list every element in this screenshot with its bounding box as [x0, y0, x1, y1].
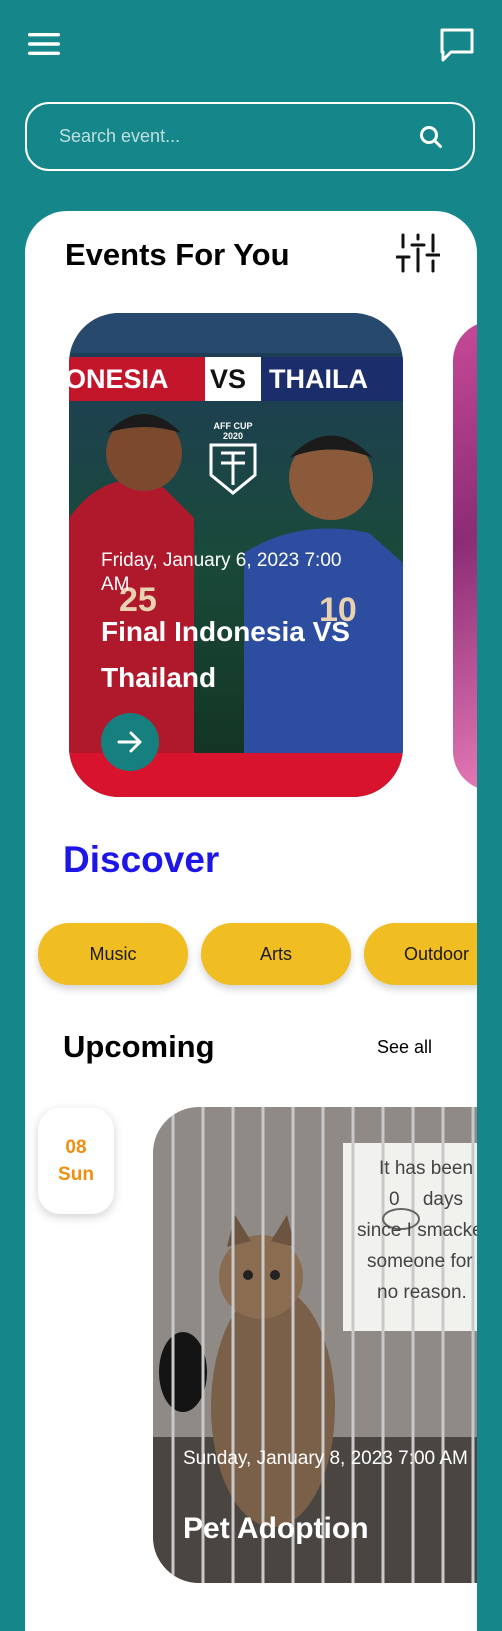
- next-event-card-peek[interactable]: [453, 321, 477, 791]
- badge-line1: AFF CUP: [213, 421, 253, 431]
- filter-button[interactable]: [395, 231, 441, 275]
- match-banner: ONESIA VS THAILA: [69, 357, 403, 401]
- search-icon[interactable]: [417, 123, 445, 151]
- sign-line-2: 0 days: [349, 1184, 477, 1215]
- search-input[interactable]: [57, 125, 417, 148]
- category-chips: Music Arts Outdoor: [38, 923, 477, 993]
- upcoming-event-title: Pet Adoption: [183, 1512, 369, 1545]
- hamburger-menu-icon: [28, 33, 60, 55]
- chat-button[interactable]: [436, 24, 478, 66]
- menu-button[interactable]: [24, 26, 64, 62]
- sign-days: days: [422, 1189, 463, 1210]
- content-panel: Events For You ONESIA VS THAILA AFF CUP …: [25, 211, 477, 1631]
- featured-event-open-button[interactable]: [101, 713, 159, 771]
- upcoming-title: Upcoming: [63, 1029, 215, 1064]
- banner-right-text: THAILA: [269, 364, 368, 394]
- banner-left-text: ONESIA: [69, 364, 169, 394]
- events-for-you-title: Events For You: [65, 237, 290, 272]
- upcoming-event-card[interactable]: It has been 0 days since I smacked someo…: [153, 1107, 477, 1583]
- sign-line-4: someone for: [367, 1251, 473, 1272]
- featured-event-card[interactable]: ONESIA VS THAILA AFF CUP 2020 25 10 Frid…: [69, 313, 403, 797]
- sign-line-1: It has been: [379, 1158, 474, 1179]
- banner-vs-text: VS: [210, 364, 247, 394]
- chat-icon: [440, 28, 474, 62]
- date-badge-weekday: Sun: [58, 1164, 94, 1185]
- category-chip-outdoor[interactable]: Outdoor: [364, 923, 477, 985]
- featured-event-date: Friday, January 6, 2023 7:00 AM: [101, 550, 342, 595]
- trophy-emblem-icon: [209, 443, 257, 495]
- category-chip-arts[interactable]: Arts: [201, 923, 351, 985]
- arrow-right-icon: [117, 731, 142, 753]
- featured-event-title: Final Indonesia VS Thailand: [101, 616, 350, 693]
- date-badge-day: 08: [65, 1137, 87, 1158]
- sign-count: 0: [389, 1189, 400, 1210]
- aff-cup-badge: AFF CUP 2020: [205, 421, 261, 497]
- filter-sliders-icon: [395, 233, 441, 273]
- badge-line2: 2020: [222, 431, 244, 441]
- search-bar: [25, 102, 475, 171]
- discover-title: Discover: [63, 839, 220, 880]
- sign-line-5: no reason.: [377, 1282, 467, 1303]
- see-all-link[interactable]: See all: [377, 1037, 432, 1058]
- top-bar: [0, 0, 502, 95]
- category-chip-music[interactable]: Music: [38, 923, 188, 985]
- sign-line-3: since I smacked: [357, 1220, 477, 1241]
- upcoming-event-date: Sunday, January 8, 2023 7:00 AM: [183, 1448, 468, 1469]
- event-date-badge: 08 Sun: [38, 1108, 114, 1214]
- cage-sign: It has been 0 days since I smacked someo…: [349, 1153, 477, 1308]
